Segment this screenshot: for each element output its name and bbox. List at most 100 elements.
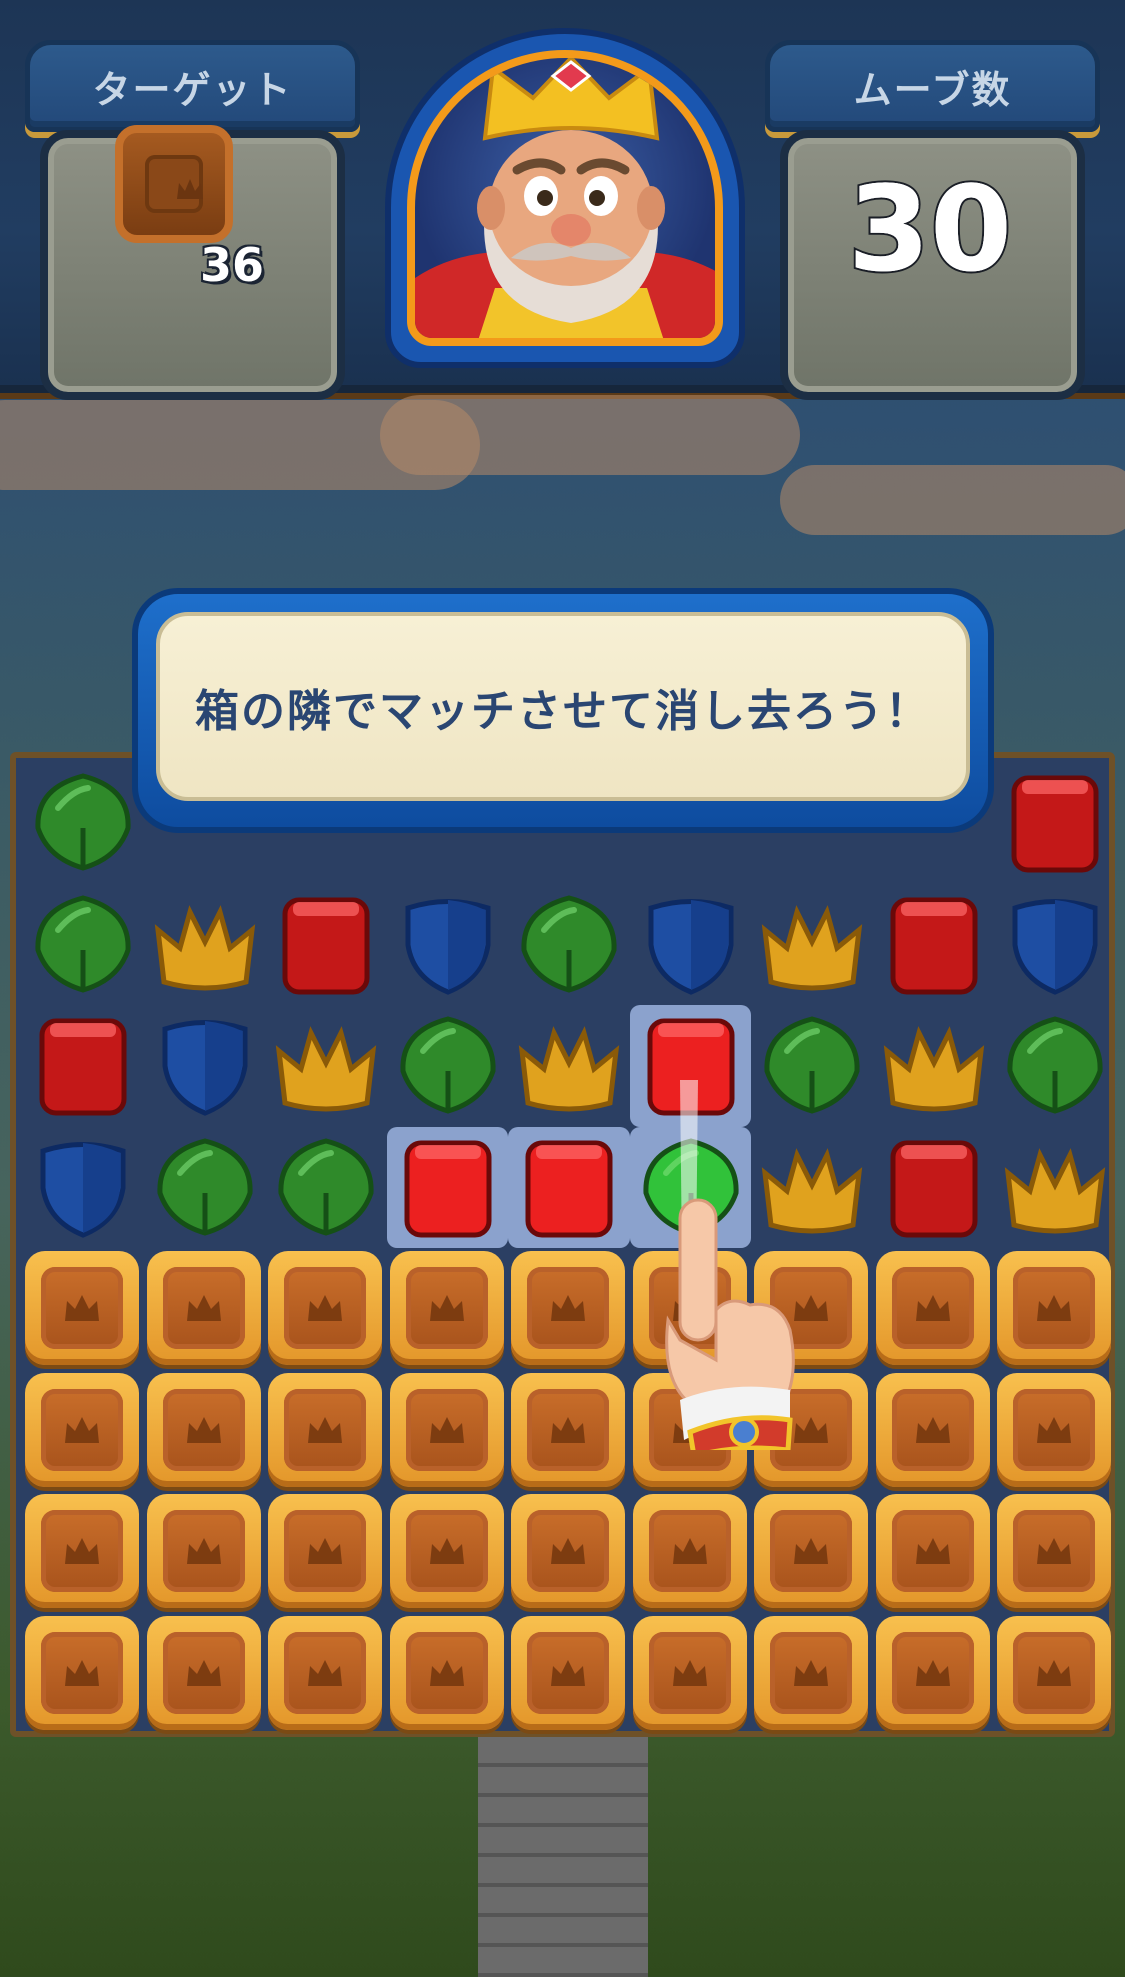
- crown-icon: [308, 1659, 342, 1686]
- crate-tile[interactable]: [146, 1494, 261, 1608]
- crown-icon: [429, 1538, 464, 1564]
- green-leaf-tile[interactable]: [28, 890, 148, 1010]
- crown-icon: [672, 1538, 707, 1564]
- crown-icon: [65, 1659, 99, 1686]
- crown-icon: [186, 1295, 221, 1321]
- tutorial-tooltip: 箱の隣でマッチさせて消し去ろう！: [132, 588, 994, 833]
- crown-icon: [551, 1295, 585, 1321]
- yellow-crown-tile[interactable]: [514, 1011, 634, 1131]
- green-leaf-tile[interactable]: [1000, 1011, 1120, 1131]
- crown-icon: [65, 1538, 99, 1564]
- yellow-crown-tile[interactable]: [271, 1011, 391, 1131]
- moves-ribbon: ムーブ数: [765, 40, 1100, 132]
- red-book-tile[interactable]: [514, 1133, 634, 1253]
- crate-tile[interactable]: [875, 1615, 990, 1730]
- king-portrait: [385, 28, 745, 368]
- crown-icon: [65, 1295, 99, 1321]
- blue-shield-tile[interactable]: [150, 1011, 270, 1131]
- crate-tile[interactable]: [389, 1494, 504, 1608]
- tutorial-tooltip-body: 箱の隣でマッチさせて消し去ろう！: [156, 612, 970, 801]
- crate-tile[interactable]: [146, 1251, 261, 1365]
- yellow-crown-tile[interactable]: [150, 890, 270, 1010]
- blue-shield-tile[interactable]: [393, 890, 513, 1010]
- crate-tile[interactable]: [632, 1615, 747, 1730]
- crown-icon: [551, 1416, 585, 1443]
- wooden-crate-icon: [115, 125, 233, 243]
- crown-icon: [308, 1295, 342, 1321]
- blue-shield-tile[interactable]: [636, 890, 756, 1010]
- crown-icon: [186, 1416, 221, 1443]
- crate-tile[interactable]: [389, 1251, 504, 1365]
- portrait-inner: [407, 50, 723, 346]
- crate-tile[interactable]: [511, 1494, 625, 1608]
- moves-label: ムーブ数: [853, 68, 1012, 112]
- crown-icon: [429, 1659, 464, 1686]
- crate-tile[interactable]: [25, 1615, 139, 1730]
- green-leaf-tile[interactable]: [271, 1133, 391, 1253]
- red-book-tile[interactable]: [271, 890, 391, 1010]
- crate-tile[interactable]: [25, 1251, 139, 1365]
- target-label: ターゲット: [92, 68, 293, 112]
- crate-tile[interactable]: [268, 1615, 382, 1730]
- crate-tile[interactable]: [754, 1615, 868, 1730]
- blue-shield-tile[interactable]: [1000, 890, 1120, 1010]
- crate-tile[interactable]: [997, 1615, 1111, 1730]
- red-book-tile[interactable]: [28, 1011, 148, 1131]
- moves-count: 30: [830, 158, 1030, 300]
- crate-tile[interactable]: [875, 1251, 990, 1365]
- game-board[interactable]: [10, 752, 1115, 1737]
- yellow-crown-tile[interactable]: [757, 890, 877, 1010]
- crown-icon: [915, 1416, 950, 1443]
- crown-icon: [672, 1659, 707, 1686]
- tutorial-message: 箱の隣でマッチさせて消し去ろう！: [195, 685, 931, 737]
- king-avatar-icon: [415, 58, 715, 338]
- crate-tile[interactable]: [754, 1494, 868, 1608]
- green-leaf-tile[interactable]: [28, 768, 148, 888]
- crate-tile[interactable]: [511, 1251, 625, 1365]
- crate-tile[interactable]: [146, 1615, 261, 1730]
- target-ribbon: ターゲット: [25, 40, 360, 132]
- crate-tile[interactable]: [25, 1494, 139, 1608]
- crown-icon: [429, 1295, 464, 1321]
- crate-tile[interactable]: [875, 1494, 990, 1608]
- crown-icon: [177, 179, 203, 199]
- crate-tile[interactable]: [268, 1372, 382, 1487]
- red-book-tile[interactable]: [879, 1133, 999, 1253]
- crate-tile[interactable]: [511, 1372, 625, 1487]
- crown-icon: [186, 1659, 221, 1686]
- red-book-tile[interactable]: [393, 1133, 513, 1253]
- crate-tile[interactable]: [997, 1251, 1111, 1365]
- green-leaf-tile[interactable]: [150, 1133, 270, 1253]
- crate-tile[interactable]: [632, 1494, 747, 1608]
- crate-tile[interactable]: [511, 1615, 625, 1730]
- yellow-crown-tile[interactable]: [879, 1011, 999, 1131]
- crown-icon: [308, 1416, 342, 1443]
- crate-tile[interactable]: [389, 1615, 504, 1730]
- crate-tile[interactable]: [389, 1372, 504, 1487]
- target-count: 36: [200, 238, 265, 292]
- crown-icon: [65, 1416, 99, 1443]
- red-book-tile[interactable]: [1000, 768, 1120, 888]
- crown-icon: [429, 1416, 464, 1443]
- crate-tile[interactable]: [25, 1372, 139, 1487]
- red-book-tile[interactable]: [879, 890, 999, 1010]
- crate-tile[interactable]: [146, 1372, 261, 1487]
- crown-icon: [915, 1295, 950, 1321]
- green-leaf-tile[interactable]: [393, 1011, 513, 1131]
- crown-icon: [551, 1659, 585, 1686]
- crown-icon: [915, 1538, 950, 1564]
- crate-tile[interactable]: [875, 1372, 990, 1487]
- crown-icon: [1037, 1295, 1071, 1321]
- crate-tile[interactable]: [268, 1251, 382, 1365]
- crate-tile[interactable]: [997, 1372, 1111, 1487]
- crate-tile[interactable]: [268, 1494, 382, 1608]
- crown-icon: [551, 1538, 585, 1564]
- crown-icon: [794, 1538, 828, 1564]
- cloud: [380, 395, 800, 475]
- green-leaf-tile[interactable]: [514, 890, 634, 1010]
- blue-shield-tile[interactable]: [28, 1133, 148, 1253]
- stone-path: [478, 1737, 648, 1977]
- crown-icon: [1037, 1416, 1071, 1443]
- yellow-crown-tile[interactable]: [1000, 1133, 1120, 1253]
- crate-tile[interactable]: [997, 1494, 1111, 1608]
